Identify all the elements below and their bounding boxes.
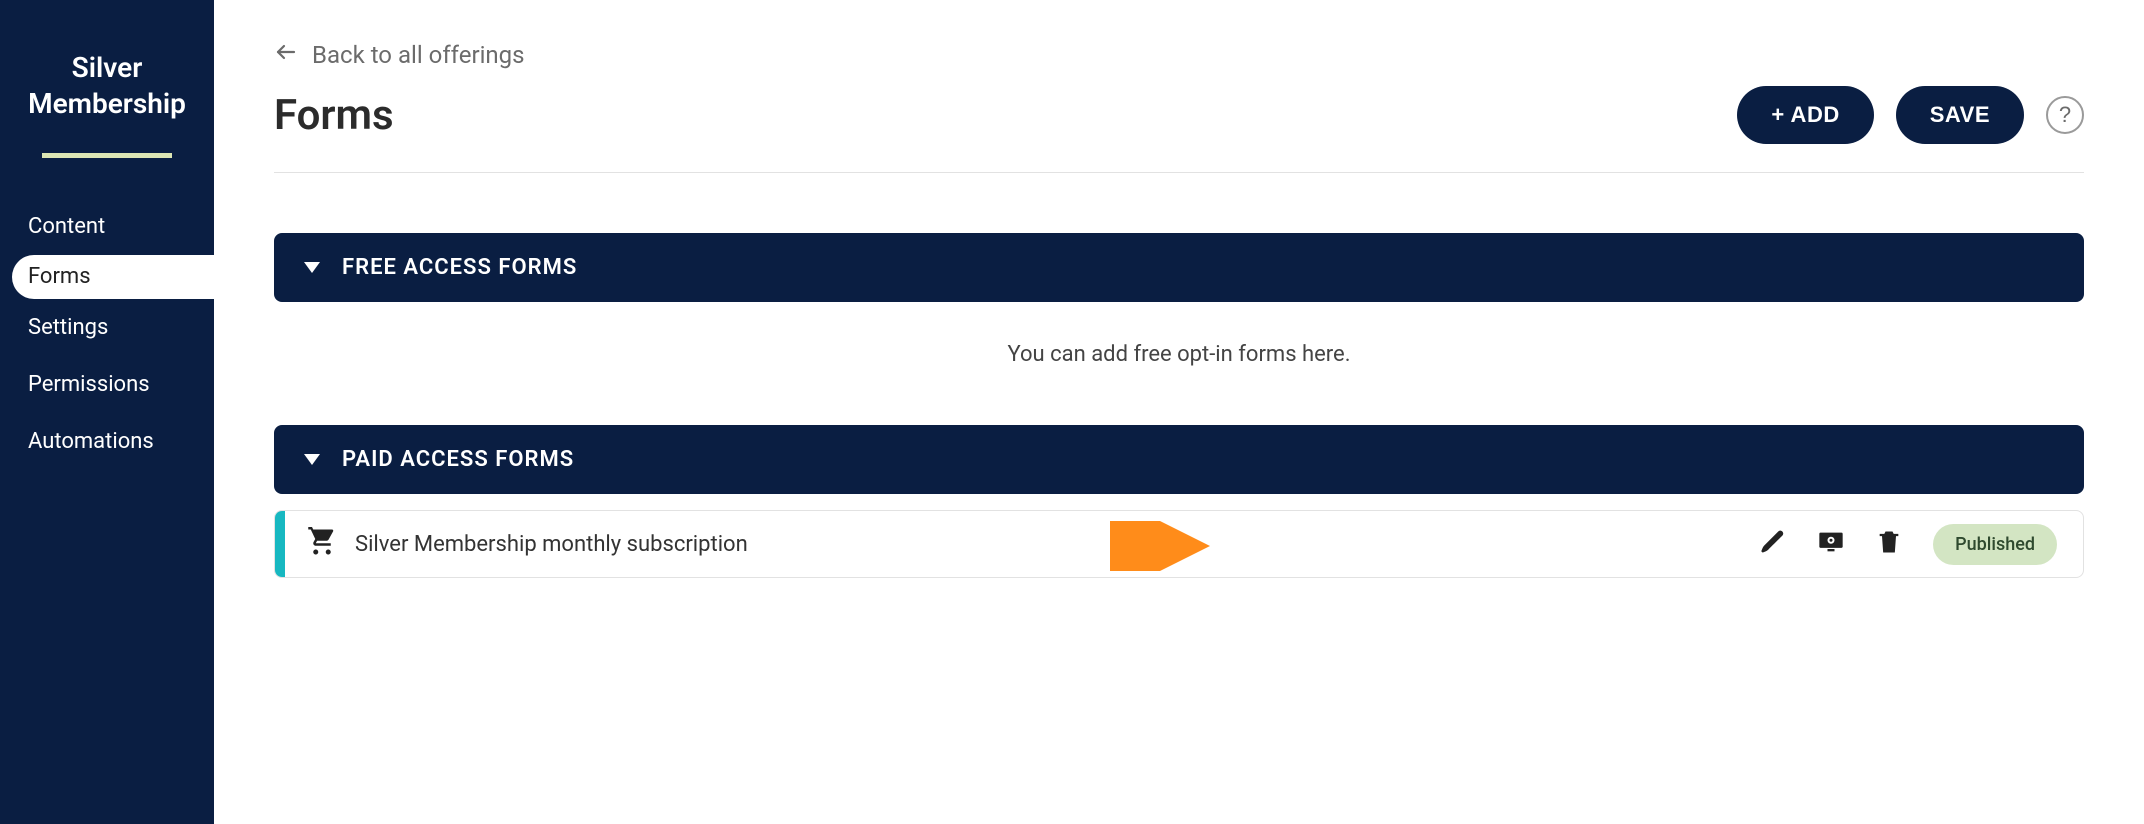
form-row[interactable]: Silver Membership monthly subscription P… [274, 510, 2084, 578]
help-button[interactable]: ? [2046, 96, 2084, 134]
sidebar-item-content[interactable]: Content [0, 198, 214, 255]
edit-icon[interactable] [1759, 528, 1787, 560]
sidebar-item-automations[interactable]: Automations [0, 413, 214, 470]
header-actions: + ADD SAVE ? [1737, 86, 2084, 144]
form-row-label: Silver Membership monthly subscription [355, 532, 1759, 557]
main: Back to all offerings Forms + ADD SAVE ?… [214, 0, 2144, 824]
sidebar-item-label: Permissions [28, 372, 150, 397]
section-paid-title: PAID ACCESS FORMS [342, 447, 574, 472]
status-badge: Published [1933, 524, 2057, 565]
row-actions [1759, 528, 1903, 560]
sidebar-title-line1: Silver [72, 51, 143, 84]
sidebar-item-permissions[interactable]: Permissions [0, 356, 214, 413]
page-title: Forms [274, 91, 394, 140]
sidebar-item-label: Forms [28, 264, 91, 289]
section-free-title: FREE ACCESS FORMS [342, 255, 577, 280]
section-free-access[interactable]: FREE ACCESS FORMS [274, 233, 2084, 302]
arrow-left-icon [274, 40, 298, 70]
add-button[interactable]: + ADD [1737, 86, 1873, 144]
sidebar-underline [42, 153, 172, 158]
sidebar-item-label: Settings [28, 315, 108, 340]
sidebar-item-forms[interactable]: Forms [12, 255, 214, 299]
back-link[interactable]: Back to all offerings [274, 40, 2084, 70]
sidebar-item-label: Content [28, 214, 105, 239]
free-empty-state: You can add free opt-in forms here. [274, 302, 2084, 425]
sidebar: Silver Membership Content Forms Settings… [0, 0, 214, 824]
header-row: Forms + ADD SAVE ? [274, 86, 2084, 173]
sidebar-nav: Content Forms Settings Permissions Autom… [0, 198, 214, 470]
sidebar-item-label: Automations [28, 429, 154, 454]
caret-down-icon [304, 454, 320, 465]
caret-down-icon [304, 262, 320, 273]
sidebar-title-line2: Membership [28, 87, 186, 120]
sidebar-item-settings[interactable]: Settings [0, 299, 214, 356]
back-link-label: Back to all offerings [312, 41, 525, 69]
trash-icon[interactable] [1875, 528, 1903, 560]
section-paid-access[interactable]: PAID ACCESS FORMS [274, 425, 2084, 494]
save-button[interactable]: SAVE [1896, 86, 2024, 144]
row-accent [275, 511, 285, 577]
preview-icon[interactable] [1817, 528, 1845, 560]
sidebar-title: Silver Membership [0, 50, 214, 143]
cart-icon [307, 527, 337, 561]
